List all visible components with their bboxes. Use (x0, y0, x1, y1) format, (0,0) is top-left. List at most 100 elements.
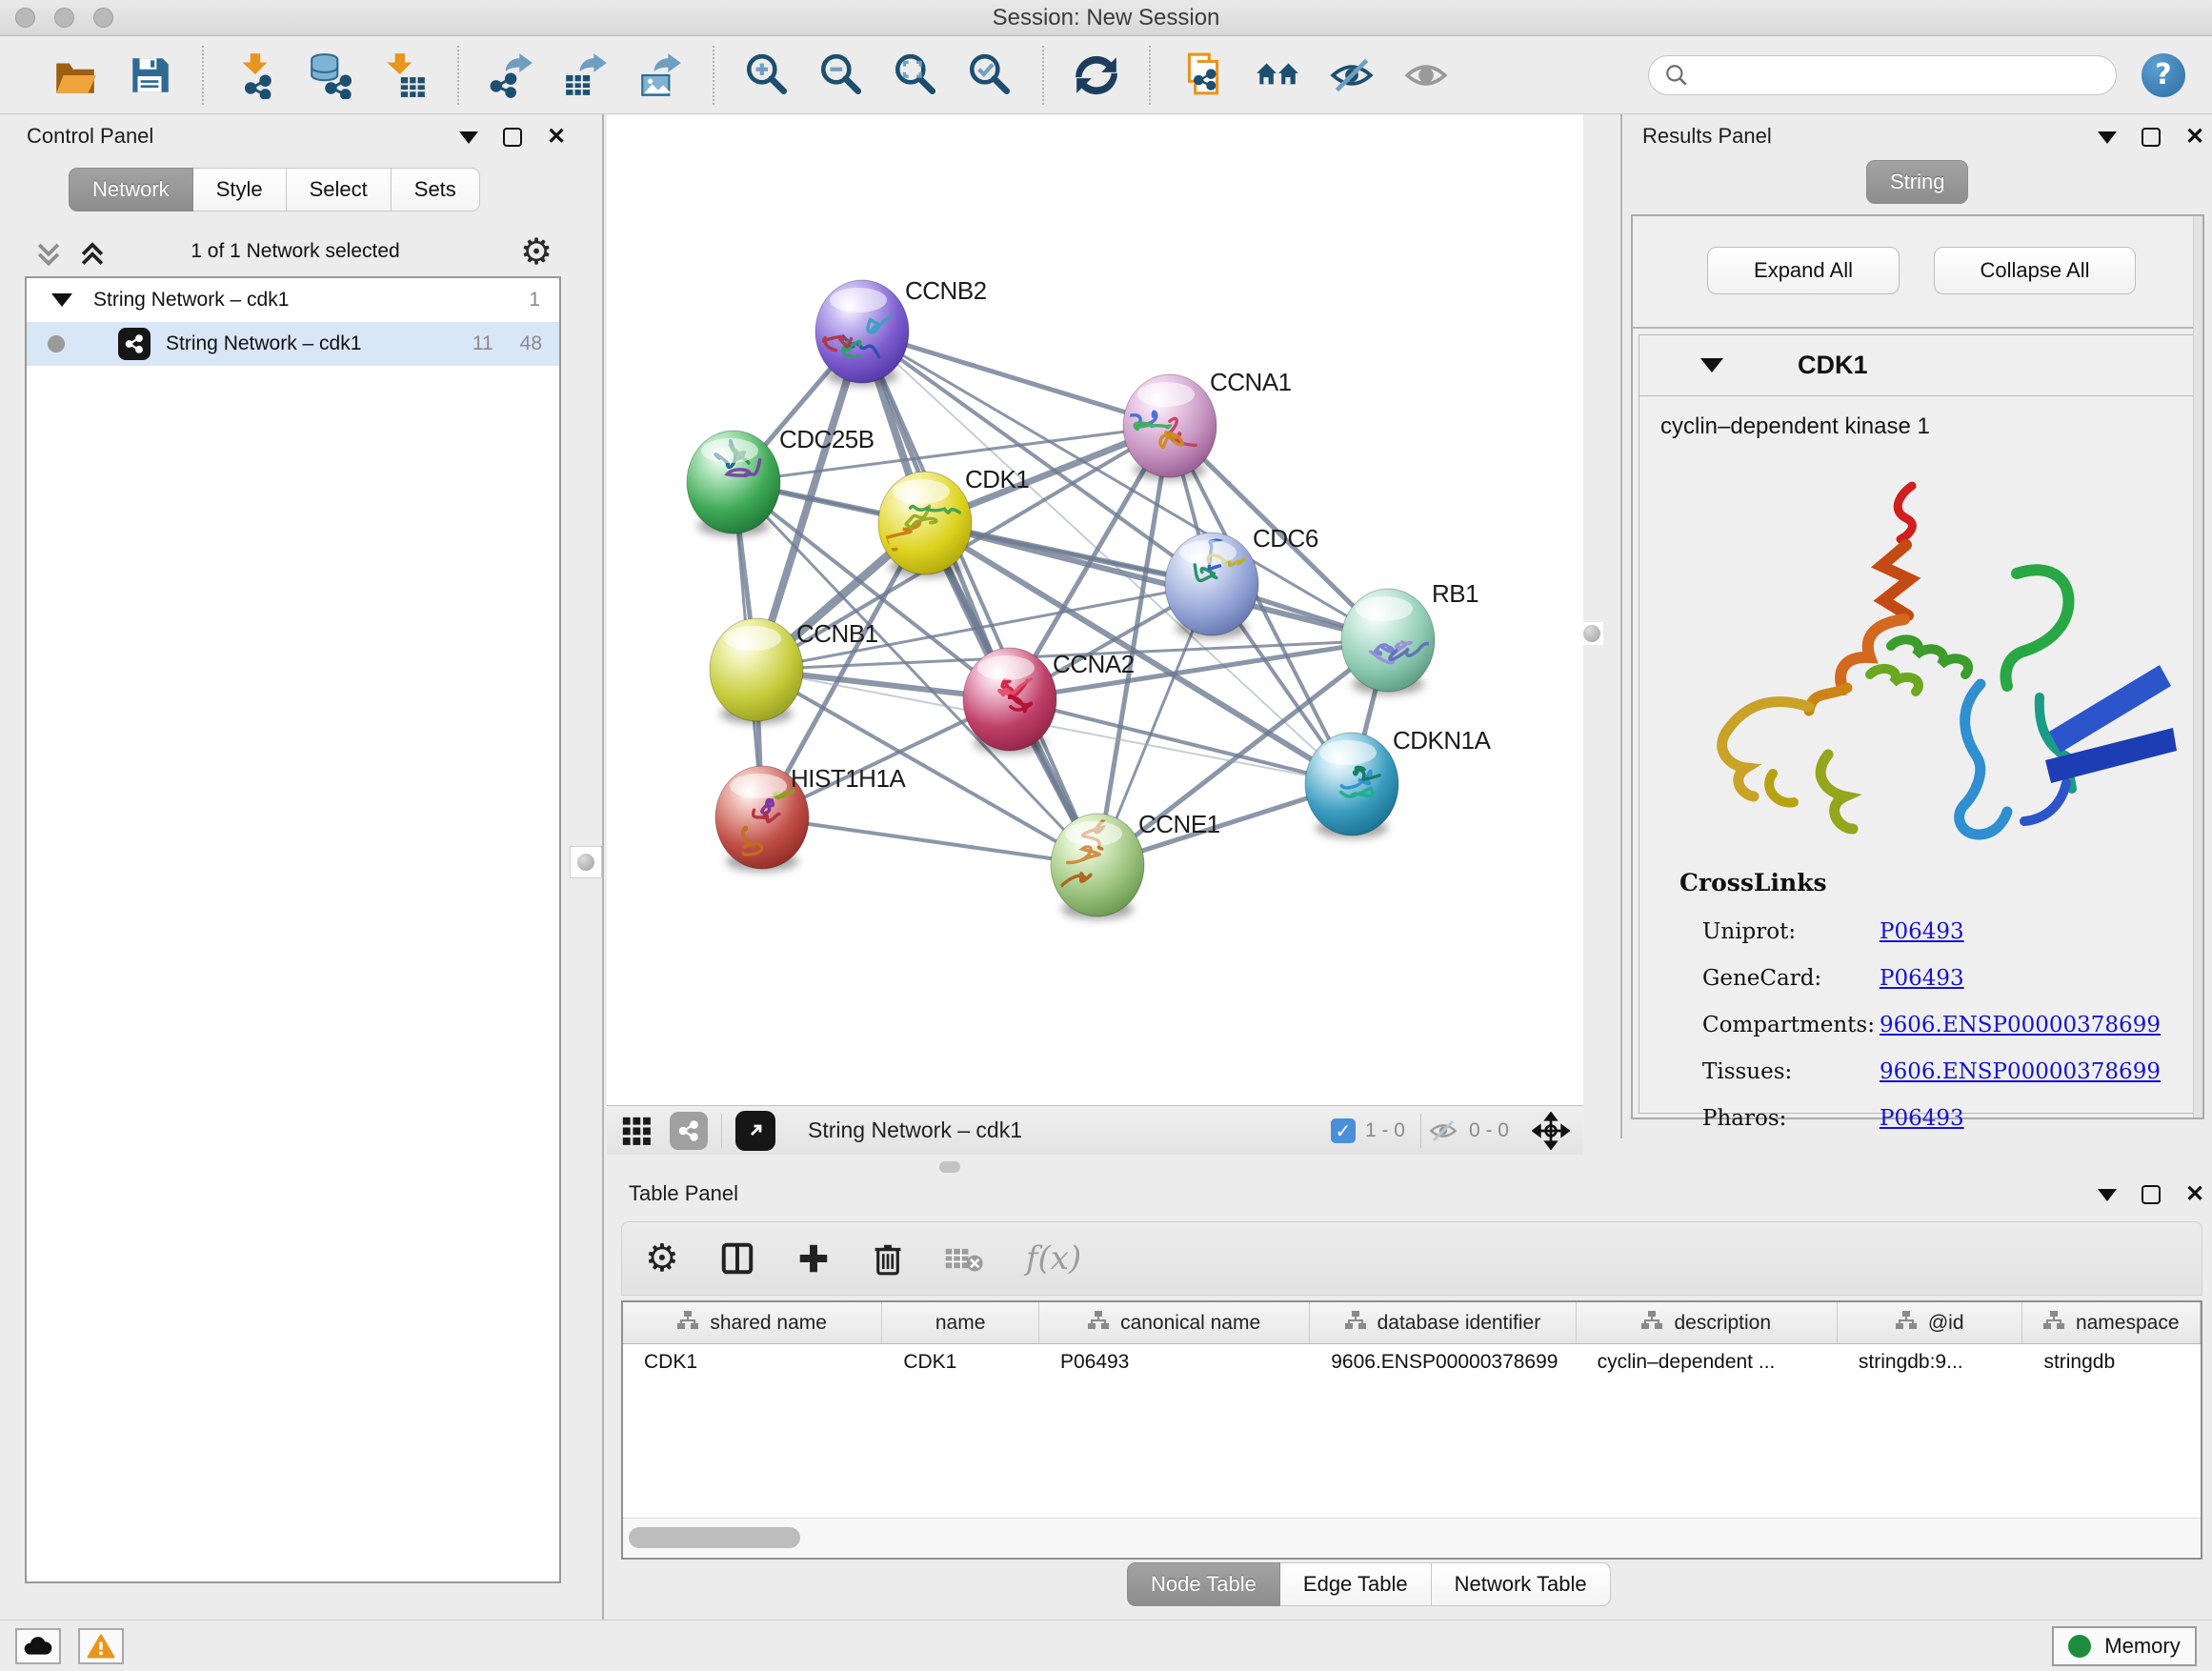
tab-edge-table[interactable]: Edge Table (1280, 1562, 1432, 1606)
table-row[interactable]: CDK1CDK1P064939606.ENSP00000378699cyclin… (623, 1344, 2201, 1380)
network-badge-gray-icon[interactable] (670, 1112, 708, 1150)
results-panel-menu-icon[interactable] (2098, 131, 2117, 144)
crosslink-link[interactable]: 9606.ENSP00000378699 (1880, 1013, 2161, 1037)
show-columns-icon[interactable] (719, 1240, 755, 1277)
right-splitter-handle[interactable] (1580, 622, 1603, 645)
network-collection-row[interactable]: String Network – cdk1 1 (27, 278, 559, 322)
memory-button[interactable]: Memory (2052, 1626, 2197, 1666)
column-header-namespace[interactable]: namespace (2022, 1302, 2201, 1343)
grid-view-icon[interactable] (620, 1115, 653, 1147)
edge-CCNB2-CCNA1[interactable] (862, 332, 1170, 426)
network-row-selected[interactable]: String Network – cdk1 11 48 (27, 322, 559, 366)
add-column-plus-icon[interactable] (795, 1240, 832, 1277)
zoom-selected-region-icon[interactable] (962, 48, 1017, 103)
right-splitter[interactable] (1620, 114, 1622, 1138)
delete-column-trash-icon[interactable] (872, 1240, 904, 1277)
node-CDK1[interactable] (878, 472, 972, 577)
table-cell[interactable]: P06493 (1039, 1344, 1310, 1380)
control-panel-close-icon[interactable]: ✕ (547, 128, 566, 147)
collapse-all-button[interactable]: Collapse All (1934, 247, 2136, 294)
entry-collapse-icon[interactable] (1700, 358, 1723, 372)
results-panel-float-icon[interactable] (2142, 128, 2161, 147)
table-panel-close-icon[interactable]: ✕ (2185, 1185, 2204, 1204)
save-session-icon[interactable] (122, 48, 177, 103)
edge-HIST1H1A-CCNE1[interactable] (762, 817, 1097, 865)
entry-header[interactable]: CDK1 (1639, 335, 2196, 396)
table-cell[interactable]: CDK1 (623, 1344, 882, 1380)
search-input-wrap[interactable] (1648, 55, 2117, 95)
tab-sets[interactable]: Sets (392, 168, 480, 211)
column-header-database-identifier[interactable]: database identifier (1310, 1302, 1576, 1343)
node-CCNB1[interactable] (710, 618, 803, 724)
table-cell[interactable]: cyclin–dependent ... (1577, 1344, 1838, 1380)
expand-all-icon[interactable] (78, 240, 107, 271)
tab-string[interactable]: String (1866, 160, 1968, 204)
apply-preferred-layout-icon[interactable] (1069, 48, 1124, 103)
crosslink-link[interactable]: 9606.ENSP00000378699 (1880, 1059, 2161, 1084)
delete-table-icon[interactable] (944, 1242, 986, 1275)
left-splitter[interactable] (602, 114, 604, 1620)
export-table-icon[interactable] (558, 48, 613, 103)
tab-select[interactable]: Select (287, 168, 392, 211)
table-cell[interactable]: stringdb (2022, 1344, 2201, 1380)
import-table-file-icon[interactable] (377, 48, 432, 103)
column-header--id[interactable]: @id (1838, 1302, 2023, 1343)
node-CCNA1[interactable] (1118, 374, 1217, 480)
hide-graphics-details-icon[interactable] (1324, 48, 1379, 103)
help-button[interactable]: ? (2142, 53, 2185, 97)
function-builder-icon[interactable]: f(x) (1026, 1239, 1081, 1278)
warnings-status-button[interactable] (78, 1628, 124, 1664)
node-RB1[interactable] (1341, 589, 1435, 695)
zoom-in-icon[interactable] (739, 48, 794, 103)
collapse-all-icon[interactable] (34, 240, 63, 271)
column-header-canonical-name[interactable]: canonical name (1039, 1302, 1310, 1343)
detach-view-icon[interactable] (735, 1111, 775, 1151)
table-hscrollbar[interactable] (623, 1518, 2201, 1556)
birds-eye-crosshair-icon[interactable] (1532, 1112, 1570, 1150)
column-header-description[interactable]: description (1577, 1302, 1838, 1343)
tab-network-table[interactable]: Network Table (1432, 1562, 1611, 1606)
search-input[interactable] (1699, 64, 2101, 87)
table-hscrollbar-thumb[interactable] (629, 1527, 800, 1548)
tab-node-table[interactable]: Node Table (1127, 1562, 1280, 1606)
new-network-from-selection-icon[interactable] (1176, 48, 1231, 103)
column-header-shared-name[interactable]: shared name (623, 1302, 882, 1343)
zoom-out-icon[interactable] (814, 48, 869, 103)
node-CCNE1[interactable] (1051, 814, 1144, 919)
table-panel-float-icon[interactable] (2142, 1185, 2161, 1204)
selected-checkbox-icon[interactable]: ✓ (1331, 1118, 1356, 1143)
control-panel-float-icon[interactable] (503, 128, 522, 147)
node-CDKN1A[interactable] (1305, 733, 1398, 838)
bottom-splitter-handle[interactable] (939, 1161, 960, 1173)
show-graphics-details-icon[interactable] (1398, 48, 1454, 103)
tab-network[interactable]: Network (69, 168, 193, 211)
results-scrollbar[interactable] (2193, 216, 2202, 1117)
minimize-window-button[interactable] (54, 8, 74, 28)
collection-expand-icon[interactable] (51, 293, 72, 307)
edge-CDK1-RB1[interactable] (925, 523, 1388, 640)
zoom-window-button[interactable] (93, 8, 113, 28)
import-network-file-icon[interactable] (229, 48, 284, 103)
export-network-icon[interactable] (484, 48, 539, 103)
first-neighbors-icon[interactable] (1250, 48, 1305, 103)
import-network-database-icon[interactable] (303, 48, 358, 103)
table-options-gear-icon[interactable]: ⚙ (645, 1237, 679, 1280)
open-session-icon[interactable] (48, 48, 103, 103)
tab-style[interactable]: Style (193, 168, 287, 211)
table-cell[interactable]: stringdb:9... (1838, 1344, 2023, 1380)
close-window-button[interactable] (15, 8, 35, 28)
left-splitter-handle[interactable] (570, 846, 602, 878)
network-canvas[interactable]: CCNB2CCNA1CDC25BCDK1CDC6RB1CCNB1CCNA2CDK… (607, 114, 1583, 1105)
column-header-name[interactable]: name (882, 1302, 1039, 1343)
node-CDC25B[interactable] (687, 431, 780, 536)
crosslink-link[interactable]: P06493 (1880, 966, 1964, 991)
results-panel-close-icon[interactable]: ✕ (2185, 128, 2204, 147)
export-image-icon[interactable] (633, 48, 688, 103)
expand-all-button[interactable]: Expand All (1707, 247, 1900, 294)
zoom-fit-content-icon[interactable] (888, 48, 943, 103)
control-panel-menu-icon[interactable] (459, 131, 478, 144)
table-cell[interactable]: CDK1 (882, 1344, 1039, 1380)
table-panel-menu-icon[interactable] (2098, 1189, 2117, 1201)
node-CDC6[interactable] (1165, 529, 1258, 638)
crosslink-link[interactable]: P06493 (1880, 919, 1964, 944)
